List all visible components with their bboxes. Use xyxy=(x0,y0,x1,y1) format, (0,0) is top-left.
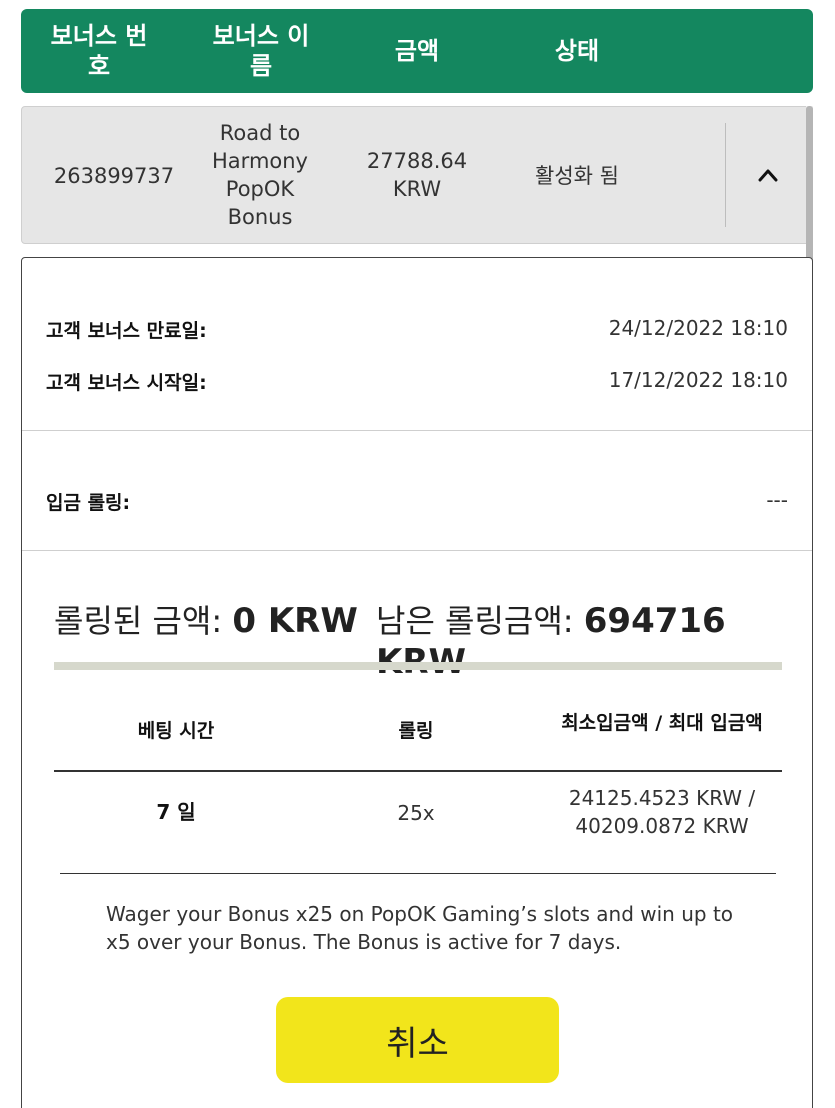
bonus-amount-value: 27788.64 xyxy=(366,149,468,173)
row-divider xyxy=(725,123,726,227)
header-bonus-number: 보너스 번호 xyxy=(50,22,148,80)
expiry-label: 고객 보너스 만료일: xyxy=(46,320,207,342)
bonus-summary-row[interactable]: 263899737 Road to Harmony PopOK Bonus 27… xyxy=(21,106,813,244)
deposit-rolling-label: 입금 롤링: xyxy=(46,492,131,514)
bonus-id: 263899737 xyxy=(53,164,175,188)
bonus-description: Wager your Bonus x25 on PopOK Gaming’s s… xyxy=(106,902,734,954)
terms-header-line xyxy=(54,770,782,772)
header-amount: 금액 xyxy=(394,37,440,65)
bonus-table-header: 보너스 번호 보너스 이름 금액 상태 xyxy=(21,9,813,93)
terms-max-deposit: 40209.0872 KRW xyxy=(575,814,749,838)
terms-header-rolling: 롤링 xyxy=(398,720,434,742)
cancel-button[interactable]: 취소 xyxy=(276,997,559,1083)
header-bonus-name: 보너스 이름 xyxy=(212,22,310,80)
chevron-up-icon[interactable] xyxy=(758,165,778,185)
expiry-value: 24/12/2022 18:10 xyxy=(608,316,788,340)
start-value: 17/12/2022 18:10 xyxy=(608,368,788,392)
remaining-rolling-label: 남은 롤링금액: xyxy=(376,602,574,640)
terms-header-betting-time: 베팅 시간 xyxy=(137,720,215,742)
terms-rolling: 25x xyxy=(397,801,435,825)
start-label: 고객 보너스 시작일: xyxy=(46,372,207,394)
section-divider xyxy=(22,430,812,431)
terms-min-deposit: 24125.4523 KRW / xyxy=(568,786,756,810)
bonus-detail-panel: 고객 보너스 만료일: 24/12/2022 18:10 고객 보너스 시작일:… xyxy=(21,257,813,1108)
bonus-name: Road to Harmony PopOK Bonus xyxy=(212,121,308,229)
header-status: 상태 xyxy=(554,37,600,65)
rolled-amount: 롤링된 금액: 0 KRW xyxy=(54,596,358,642)
terms-deposit-range: 24125.4523 KRW / 40209.0872 KRW xyxy=(542,784,782,840)
rolling-progress-bar xyxy=(54,662,782,670)
bonus-status: 활성화 됨 xyxy=(535,164,619,188)
terms-betting-time: 7 일 xyxy=(156,800,196,824)
section-divider xyxy=(22,550,812,551)
deposit-rolling-value: --- xyxy=(766,488,788,512)
terms-header-deposit-range: 최소입금액 / 최대 입금액 xyxy=(561,712,763,734)
terms-bottom-line xyxy=(60,873,776,874)
bonus-amount: 27788.64 KRW xyxy=(352,147,482,203)
bonus-amount-currency: KRW xyxy=(392,177,442,201)
rolled-amount-value: 0 KRW xyxy=(232,601,358,641)
rolled-amount-label: 롤링된 금액: xyxy=(54,602,223,640)
